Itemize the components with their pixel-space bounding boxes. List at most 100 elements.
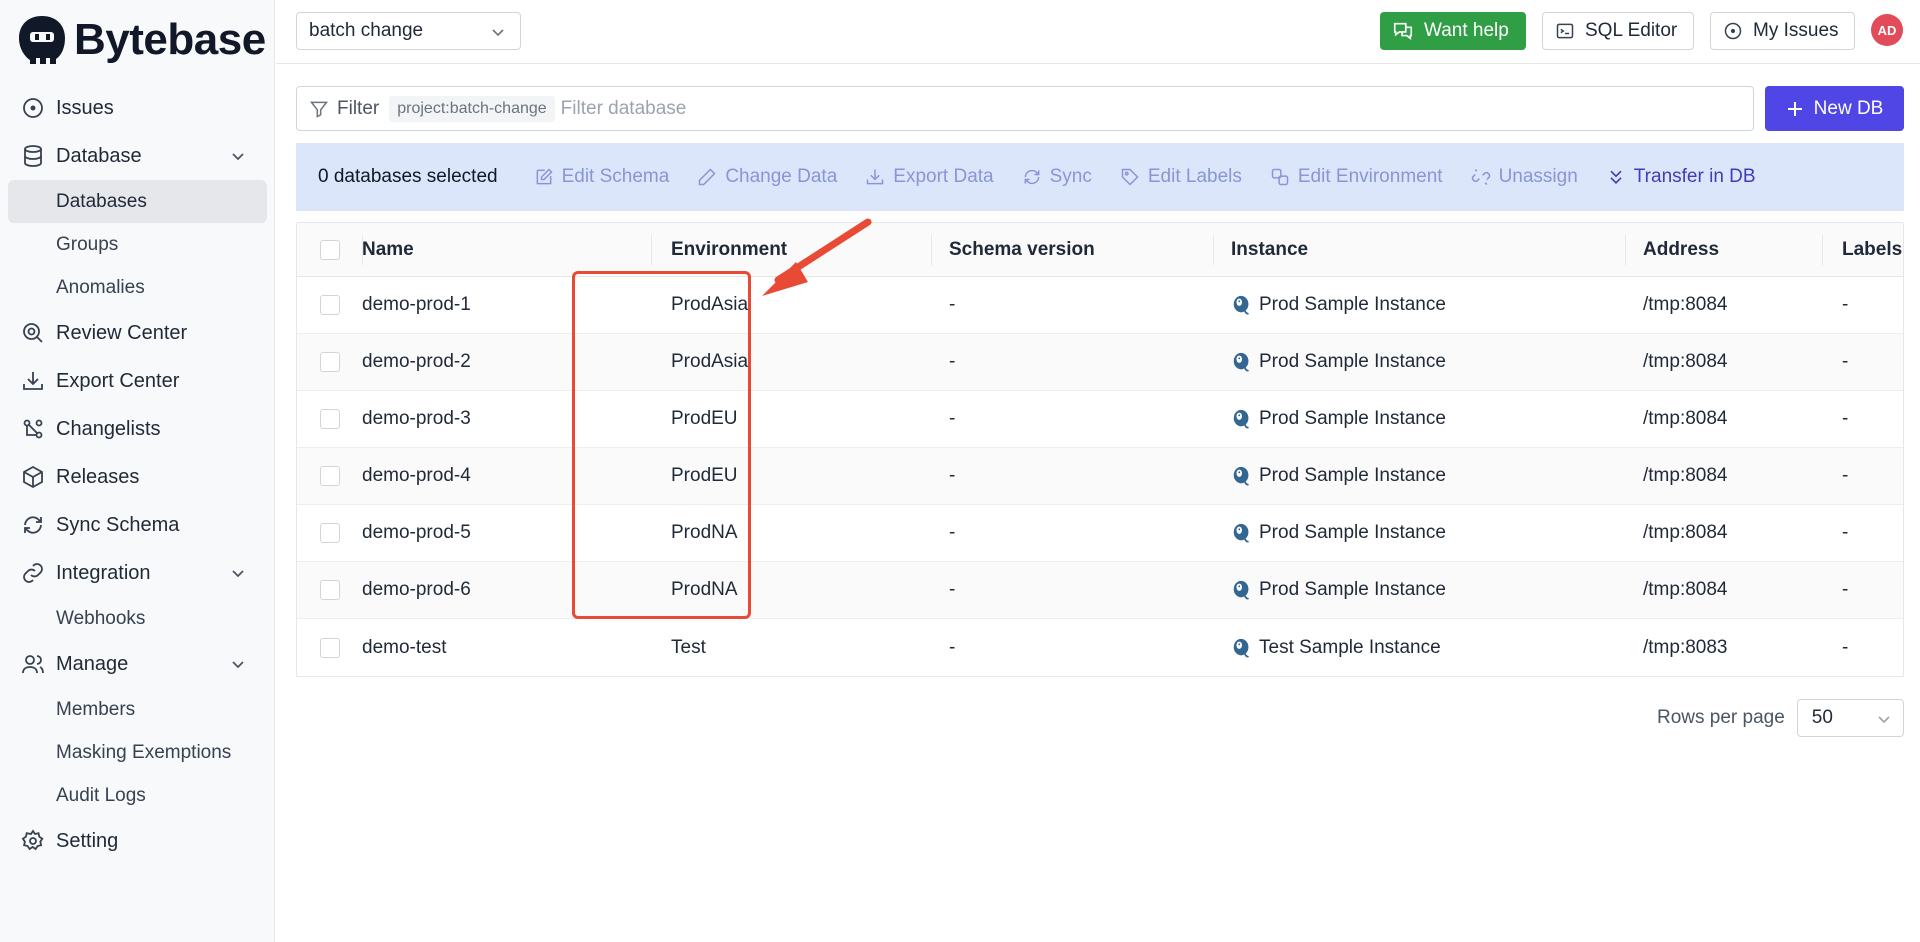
batch-action-bar: 0 databases selected Edit Schema Change … [296, 143, 1904, 211]
cell-instance: Prod Sample Instance [1213, 448, 1625, 504]
cell-labels: - [1842, 465, 1849, 486]
sidebar-item-groups[interactable]: Groups [8, 223, 267, 266]
row-checkbox-cell [297, 277, 362, 333]
cell-instance: Prod Sample Instance [1213, 334, 1625, 390]
project-select[interactable]: batch change [296, 12, 521, 50]
want-help-button[interactable]: Want help [1380, 12, 1526, 50]
database-icon [20, 143, 46, 169]
sql-editor-label: SQL Editor [1585, 20, 1678, 41]
chevron-down-icon[interactable] [229, 147, 247, 165]
edit-labels-button[interactable]: Edit Labels [1120, 166, 1242, 188]
cell-name: demo-prod-1 [362, 294, 471, 315]
cell-labels: - [1842, 294, 1849, 315]
sidebar-item-review-center[interactable]: Review Center [0, 309, 275, 357]
bytebase-logo[interactable]: Bytebase [16, 14, 266, 66]
sidebar-item-masking-exemptions[interactable]: Masking Exemptions [8, 731, 267, 774]
table-row[interactable]: demo-prod-6 ProdNA - Prod Sample Instanc… [297, 562, 1903, 619]
postgres-icon [1233, 409, 1250, 429]
want-help-label: Want help [1424, 20, 1509, 41]
row-checkbox[interactable] [319, 409, 340, 429]
chevron-down-icon[interactable] [229, 655, 247, 673]
cell-schema-version: - [949, 636, 956, 658]
sidebar-item-releases[interactable]: Releases [0, 453, 275, 501]
transfer-in-db-button[interactable]: Transfer in DB [1606, 166, 1756, 188]
cell-labels: - [1842, 636, 1849, 658]
sidebar-item-changelists[interactable]: Changelists [0, 405, 275, 453]
sidebar-item-audit-logs[interactable]: Audit Logs [8, 774, 267, 817]
sidebar-item-label: Setting [56, 829, 119, 852]
postgres-icon [1233, 638, 1250, 657]
sidebar-item-setting[interactable]: Setting [0, 817, 275, 865]
sql-editor-button[interactable]: SQL Editor [1542, 12, 1694, 50]
column-header-address[interactable]: Address [1625, 223, 1822, 276]
cell-instance: Test Sample Instance [1213, 619, 1625, 676]
sidebar-item-anomalies[interactable]: Anomalies [8, 266, 267, 309]
filter-label: Filter [337, 97, 380, 119]
select-all-checkbox[interactable] [319, 239, 340, 260]
sidebar-item-database[interactable]: Database [0, 132, 275, 180]
sidebar-item-issues[interactable]: Issues [0, 84, 275, 132]
row-checkbox[interactable] [319, 352, 340, 372]
cell-instance: Prod Sample Instance [1213, 391, 1625, 447]
row-checkbox[interactable] [319, 523, 340, 543]
terminal-icon [1556, 23, 1574, 39]
sidebar-item-label: Issues [56, 96, 114, 119]
edit-environment-button[interactable]: Edit Environment [1270, 166, 1443, 188]
rows-per-page-select[interactable]: 50 [1796, 699, 1904, 737]
table-row[interactable]: demo-prod-3 ProdEU - Prod Sample Instanc… [297, 391, 1903, 448]
column-header-name[interactable]: Name [362, 223, 651, 276]
sidebar-item-databases[interactable]: Databases [8, 180, 267, 223]
column-header-instance[interactable]: Instance [1213, 223, 1625, 276]
change-data-button[interactable]: Change Data [697, 166, 837, 188]
cell-labels: - [1842, 522, 1849, 543]
unassign-button[interactable]: Unassign [1471, 166, 1578, 188]
sidebar-item-export-center[interactable]: Export Center [0, 357, 275, 405]
unlink-icon [1471, 168, 1490, 186]
row-checkbox[interactable] [319, 466, 340, 486]
row-checkbox-cell [297, 562, 362, 618]
edit-icon [536, 168, 553, 185]
row-checkbox-cell [297, 505, 362, 561]
filter-tag[interactable]: project:batch-change [389, 95, 555, 122]
sidebar-item-sync-schema[interactable]: Sync Schema [0, 501, 275, 549]
chevron-down-icon[interactable] [229, 564, 247, 582]
my-issues-button[interactable]: My Issues [1710, 12, 1855, 50]
postgres-icon [1233, 352, 1250, 372]
table-body: demo-prod-1 ProdAsia - Prod Sample Insta… [297, 277, 1903, 676]
link-icon [20, 560, 46, 586]
edit-labels-label: Edit Labels [1147, 166, 1242, 187]
avatar[interactable]: AD [1871, 14, 1903, 46]
postgres-icon [1233, 295, 1250, 315]
filter-input[interactable] [560, 97, 1461, 120]
circle-dot-icon [1724, 22, 1742, 40]
row-checkbox[interactable] [319, 637, 340, 658]
table-row[interactable]: demo-prod-2 ProdAsia - Prod Sample Insta… [297, 334, 1903, 391]
row-checkbox[interactable] [319, 580, 340, 600]
table-row[interactable]: demo-prod-5 ProdNA - Prod Sample Instanc… [297, 505, 1903, 562]
row-checkbox[interactable] [319, 295, 340, 315]
edit-schema-button[interactable]: Edit Schema [534, 166, 669, 188]
cell-name: demo-prod-2 [362, 351, 471, 372]
sidebar-item-integration[interactable]: Integration [0, 549, 275, 597]
column-header-environment[interactable]: Environment [651, 223, 931, 276]
sidebar-item-members[interactable]: Members [8, 688, 267, 731]
table-row[interactable]: demo-prod-1 ProdAsia - Prod Sample Insta… [297, 277, 1903, 334]
filter-bar[interactable]: Filter project:batch-change [296, 86, 1754, 131]
table-row[interactable]: demo-test Test - Test Sample Instance /t… [297, 619, 1903, 676]
cell-schema-version: - [949, 522, 956, 543]
chevron-down-icon [1878, 716, 1890, 724]
sidebar-item-manage[interactable]: Manage [0, 640, 275, 688]
table-header: Name Environment Schema version Instance… [297, 223, 1903, 277]
table-row[interactable]: demo-prod-4 ProdEU - Prod Sample Instanc… [297, 448, 1903, 505]
new-db-button[interactable]: New DB [1765, 86, 1904, 131]
column-header-schema-version[interactable]: Schema version [931, 223, 1213, 276]
users-icon [20, 651, 46, 677]
column-header-labels[interactable]: Labels [1822, 223, 1903, 276]
sync-button[interactable]: Sync [1022, 166, 1092, 188]
sidebar-item-label: Database [56, 144, 142, 167]
sync-label: Sync [1049, 166, 1092, 187]
cell-schema-version: - [949, 351, 956, 372]
export-data-button[interactable]: Export Data [865, 166, 994, 188]
row-checkbox-cell [297, 391, 362, 447]
sidebar-item-webhooks[interactable]: Webhooks [8, 597, 267, 640]
